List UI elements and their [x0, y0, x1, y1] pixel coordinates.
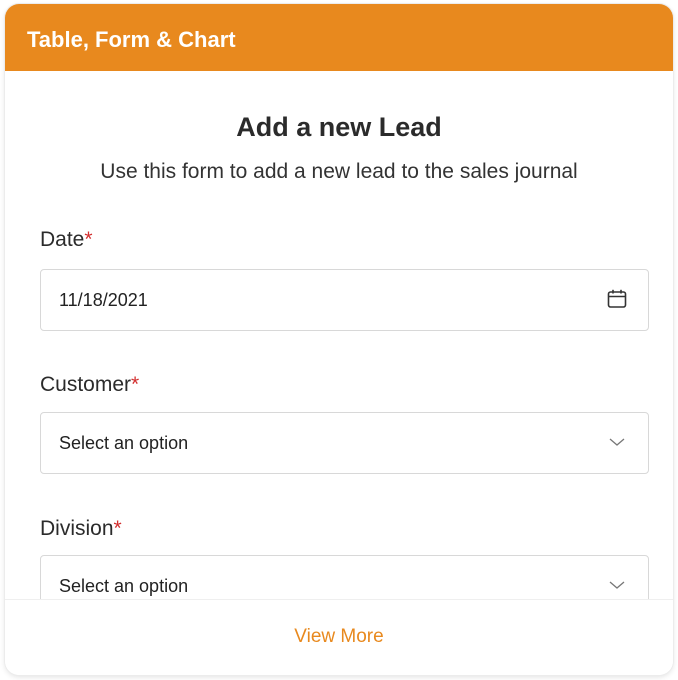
required-marker: * [131, 373, 140, 396]
date-field[interactable]: 11/18/2021 [40, 269, 649, 331]
customer-label: Customer* [40, 373, 139, 397]
division-label: Division* [40, 517, 122, 541]
customer-label-text: Customer [40, 373, 132, 396]
card-footer: View More [5, 599, 673, 675]
customer-select-value: Select an option [59, 433, 189, 453]
date-label: Date* [40, 228, 93, 252]
division-select-value: Select an option [59, 576, 189, 596]
chevron-down-icon [609, 438, 625, 446]
form-subtitle: Use this form to add a new lead to the s… [100, 160, 578, 183]
widget-card: Table, Form & Chart Add a new Lead Use t… [5, 4, 673, 675]
required-marker: * [84, 228, 93, 251]
card-header-title: Table, Form & Chart [27, 27, 236, 52]
chevron-down-icon [609, 581, 625, 589]
card-header: Table, Form & Chart [5, 4, 673, 71]
form-title: Add a new Lead [236, 112, 442, 142]
division-label-text: Division [40, 517, 114, 540]
date-label-text: Date [40, 228, 85, 251]
customer-select[interactable]: Select an option [40, 412, 649, 474]
required-marker: * [113, 517, 122, 540]
view-more-link[interactable]: View More [5, 626, 673, 648]
calendar-icon[interactable] [606, 288, 628, 310]
date-field-value: 11/18/2021 [59, 290, 148, 310]
